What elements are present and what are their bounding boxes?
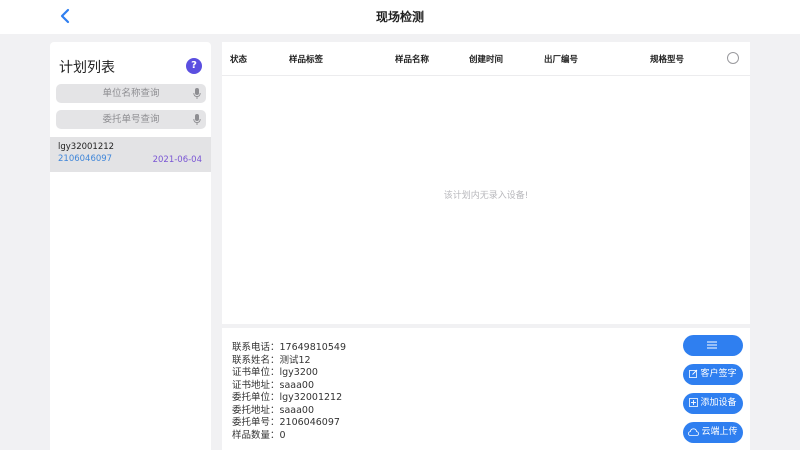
plan-code: lgy32001212 (58, 142, 115, 152)
cloud-upload-button[interactable]: 云端上传 (683, 422, 743, 443)
cloud-upload-label: 云端上传 (701, 427, 738, 437)
column-model-spec: 规格型号 (650, 55, 685, 65)
column-sample-name: 样品名称 (395, 55, 430, 65)
unit-name-search-input[interactable]: 单位名称查询 (56, 84, 206, 103)
help-icon[interactable]: ? (186, 58, 202, 74)
add-device-button[interactable]: 添加设备 (683, 393, 743, 414)
customer-sign-button[interactable]: 客户签字 (683, 364, 743, 385)
select-all-radio[interactable] (727, 52, 739, 64)
customer-sign-label: 客户签字 (700, 369, 737, 379)
column-serial-number: 出厂编号 (544, 55, 579, 65)
cloud-icon (688, 427, 700, 436)
unit-name-search-placeholder: 单位名称查询 (102, 88, 160, 99)
order-number-search-input[interactable]: 委托单号查询 (56, 110, 206, 129)
empty-state-message: 该计划内无录入设备! (443, 191, 529, 201)
column-sample-tag: 样品标签 (289, 55, 324, 65)
plan-number: 2106046097 (58, 154, 113, 164)
info-sample-count: 样品数量：0 (232, 429, 286, 441)
column-created-time: 创建时间 (469, 55, 504, 65)
edit-icon (689, 369, 698, 378)
plan-list-item[interactable]: lgy32001212 2106046097 2021-06-04 (50, 137, 211, 172)
order-number-search-placeholder: 委托单号查询 (102, 114, 160, 125)
add-square-icon (689, 398, 699, 407)
menu-button[interactable] (683, 335, 743, 356)
add-device-label: 添加设备 (700, 398, 737, 408)
plan-list-title: 计划列表 (59, 60, 115, 76)
menu-icon (707, 341, 717, 348)
plan-date: 2021-06-04 (152, 155, 202, 165)
page-title: 现场检测 (375, 10, 424, 24)
device-table: 状态 样品标签 样品名称 创建时间 出厂编号 规格型号 该计划内无录入设备! (222, 42, 750, 324)
plan-info-panel: 联系电话：17649810549 联系姓名：测试12 证书单位：lgy3200 … (222, 328, 750, 450)
microphone-icon[interactable] (193, 88, 201, 99)
microphone-icon[interactable] (193, 114, 201, 125)
plan-list-panel: 计划列表 ? 单位名称查询 委托单号查询 lgy32001212 2106046… (50, 42, 211, 450)
column-status: 状态 (230, 55, 248, 65)
top-bar: 现场检测 (0, 0, 800, 34)
table-header: 状态 样品标签 样品名称 创建时间 出厂编号 规格型号 (222, 42, 750, 76)
